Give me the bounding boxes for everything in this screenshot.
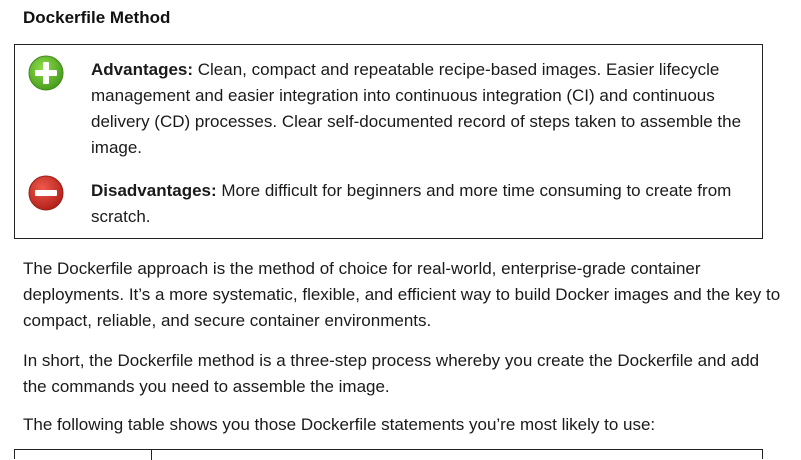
pros-cons-callout: Advantages: Clean, compact and repeatabl… bbox=[14, 44, 763, 239]
disadvantages-item: Disadvantages: More difficult for beginn… bbox=[91, 178, 752, 230]
advantages-item: Advantages: Clean, compact and repeatabl… bbox=[91, 57, 752, 161]
advantages-label: Advantages: bbox=[91, 60, 194, 79]
disadvantages-label: Disadvantages: bbox=[91, 181, 217, 200]
plus-circle-icon bbox=[28, 55, 64, 91]
paragraph-dockerfile-approach: The Dockerfile approach is the method of… bbox=[23, 259, 781, 330]
section-heading: Dockerfile Method bbox=[23, 8, 171, 27]
table-column-divider bbox=[151, 450, 152, 460]
minus-circle-icon bbox=[28, 175, 64, 211]
paragraph-in-short: In short, the Dockerfile method is a thr… bbox=[23, 351, 760, 396]
paragraph-table-intro: The following table shows you those Dock… bbox=[23, 415, 656, 434]
statements-table-edge bbox=[14, 449, 763, 460]
